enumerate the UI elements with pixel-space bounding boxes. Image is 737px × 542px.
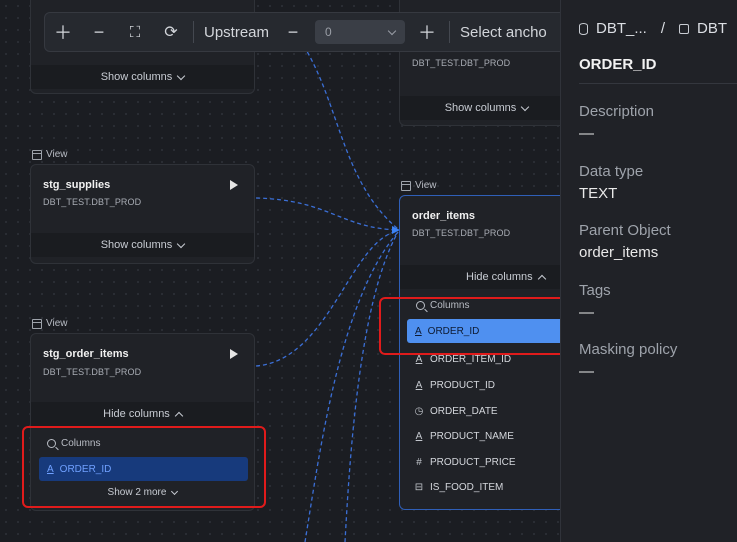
show-columns-button[interactable]: Show columns [31,233,254,257]
parent-object-value[interactable]: order_items [579,244,658,261]
node-type-label: View [32,318,68,329]
panel-divider [579,83,737,84]
annotation-highlight [22,426,266,508]
depth-value: 0 [325,25,332,39]
column-row[interactable]: ⊟ IS_FOOD_ITEM [414,482,504,493]
chevron-down-icon [521,102,530,111]
chevron-up-icon [537,274,546,283]
upstream-label: Upstream [204,23,270,41]
edge-bottom-1 [304,231,399,542]
chevron-up-icon [174,411,184,420]
hide-columns-button[interactable]: Hide columns [400,265,573,289]
node-schema: DBT_TEST.DBT_PROD [412,228,511,238]
column-name: ORDER_ITEM_ID [430,354,512,365]
parent-object-label: Parent Object [579,222,671,239]
node-title: stg_order_items [43,348,129,360]
expand-play-icon[interactable] [230,180,238,190]
toolbar-divider [193,21,194,43]
hide-columns-button[interactable]: Hide columns [31,402,254,426]
column-row[interactable]: A PRODUCT_ID [414,380,495,391]
database-icon [579,22,588,35]
view-icon [401,180,411,191]
node-type-label: View [32,149,68,160]
column-row[interactable]: A ORDER_ITEM_ID [414,354,511,365]
zoom-out-button[interactable]: − [81,12,117,52]
node-schema: DBT_TEST.DBT_PROD [412,58,511,68]
zoom-in-button[interactable]: ＋ [45,12,81,52]
column-row[interactable]: ◷ ORDER_DATE [414,406,498,417]
node-stg-supplies[interactable]: stg_supplies DBT_TEST.DBT_PROD Show colu… [30,164,255,264]
column-name: ORDER_DATE [430,406,498,417]
description-value: — [579,125,594,142]
text-type-icon: A [415,380,423,391]
text-type-icon: A [415,354,423,365]
expand-play-icon[interactable] [230,349,238,359]
increase-depth-button[interactable]: ＋ [409,12,445,52]
tags-value: — [579,304,594,321]
masking-policy-value: — [579,363,594,380]
column-row[interactable]: # PRODUCT_PRICE [414,457,516,468]
datatype-value: TEXT [579,185,618,202]
column-name: PRODUCT_NAME [430,431,514,442]
breadcrumb-separator: / [660,20,666,37]
fit-view-button[interactable]: ⛶ [117,12,153,52]
datatype-label: Data type [579,163,644,180]
node-schema: DBT_TEST.DBT_PROD [43,367,142,377]
boolean-icon: ⊟ [414,482,424,493]
view-icon [32,318,42,329]
node-title: stg_supplies [43,179,111,191]
hash-icon: # [416,457,422,468]
show-columns-button[interactable]: Show columns [31,65,254,89]
breadcrumb: DBT_... / DBT [579,20,727,37]
edge-top-to-order-items [299,39,399,230]
node-type-label: View [401,180,437,191]
view-icon [32,149,42,160]
tags-label: Tags [579,282,611,299]
breadcrumb-database[interactable]: DBT_... [596,20,647,37]
show-columns-label: Show columns [444,102,517,114]
show-columns-label: Show columns [100,71,173,83]
toolbar-divider [449,21,451,43]
chevron-down-icon [177,239,186,248]
chevron-down-icon [177,71,186,80]
show-columns-label: Show columns [100,239,173,251]
column-row[interactable]: A PRODUCT_NAME [414,431,514,442]
edge-bottom-2 [344,231,399,542]
details-panel: DBT_... / DBT ORDER_ID Description — Dat… [560,0,737,542]
decrease-depth-button[interactable]: − [275,12,311,52]
refresh-button[interactable]: ⟳ [153,12,189,52]
clock-icon: ◷ [414,406,424,417]
panel-title: ORDER_ID [579,56,657,73]
node-schema: DBT_TEST.DBT_PROD [43,197,142,207]
edge-supplies-to-order-items [255,197,399,231]
column-name: IS_FOOD_ITEM [430,482,504,493]
column-name: PRODUCT_ID [430,380,496,391]
lineage-toolbar: ＋ − ⛶ ⟳ Upstream − 0 ＋ Select ancho [44,12,584,52]
select-anchor-button[interactable]: Select ancho [454,24,553,41]
description-label: Description [579,103,655,120]
show-columns-button[interactable]: Show columns [400,96,573,120]
breadcrumb-schema[interactable]: DBT [697,20,727,37]
depth-select[interactable]: 0 [315,20,406,44]
hide-columns-label: Hide columns [103,408,170,420]
chevron-down-icon [387,26,397,35]
masking-policy-label: Masking policy [579,341,678,358]
node-title: order_items [412,210,475,222]
schema-icon [679,23,690,34]
edge-order-items-to-order-items [255,230,399,367]
column-name: PRODUCT_PRICE [430,457,516,468]
text-type-icon: A [415,431,423,442]
hide-columns-label: Hide columns [466,271,533,283]
